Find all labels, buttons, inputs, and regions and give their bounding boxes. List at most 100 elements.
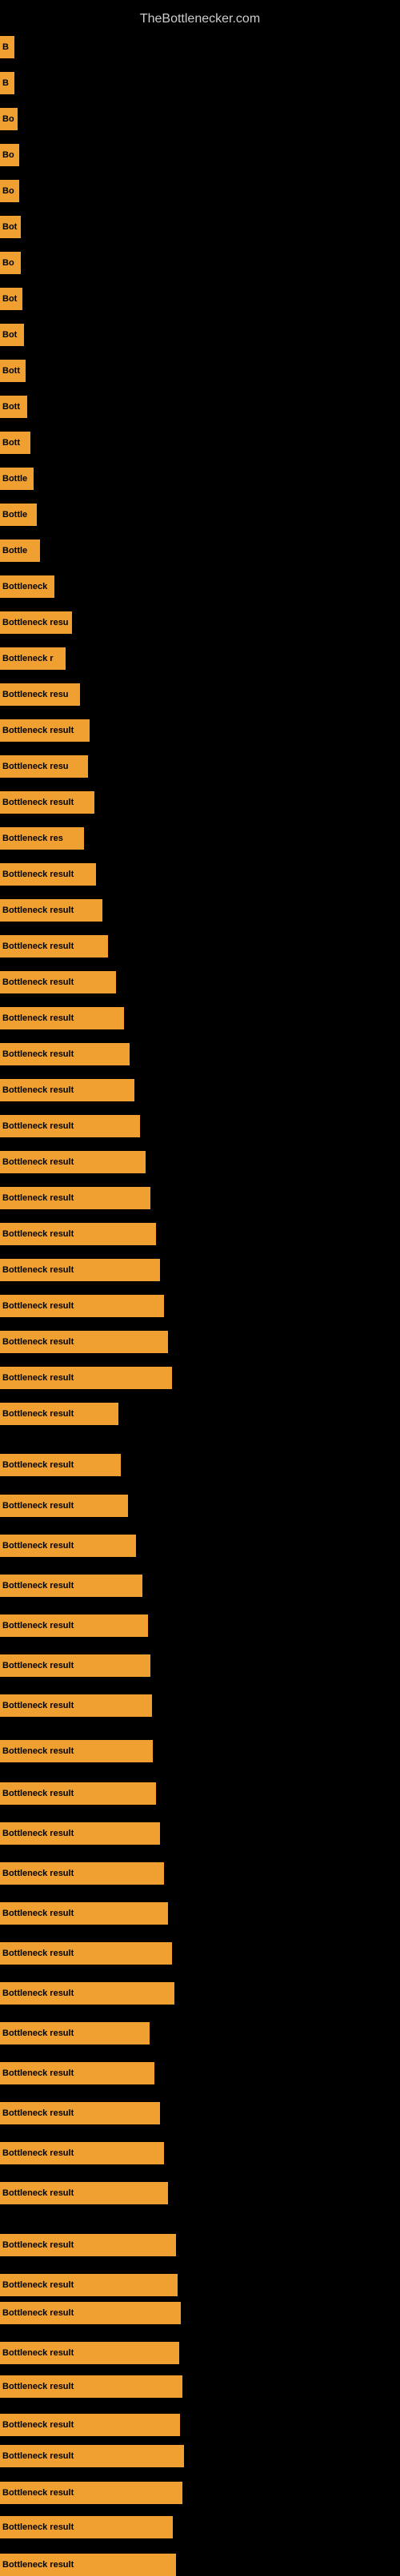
bar-57[interactable]: Bottleneck result bbox=[0, 2142, 164, 2164]
bar-item-39: Bottleneck result bbox=[0, 1403, 118, 1425]
bar-50[interactable]: Bottleneck result bbox=[0, 1862, 164, 1885]
bar-49[interactable]: Bottleneck result bbox=[0, 1822, 160, 1845]
bar-41[interactable]: Bottleneck result bbox=[0, 1495, 128, 1517]
bar-label-41: Bottleneck result bbox=[2, 1501, 74, 1511]
bar-19[interactable]: Bottleneck resu bbox=[0, 683, 80, 706]
bar-20[interactable]: Bottleneck result bbox=[0, 719, 90, 742]
bar-23[interactable]: Bottleneck res bbox=[0, 827, 84, 850]
bar-44[interactable]: Bottleneck result bbox=[0, 1614, 148, 1637]
bar-25[interactable]: Bottleneck result bbox=[0, 899, 102, 922]
bar-26[interactable]: Bottleneck result bbox=[0, 935, 108, 958]
bar-32[interactable]: Bottleneck result bbox=[0, 1151, 146, 1173]
bar-label-11: Bott bbox=[2, 402, 20, 412]
bar-21[interactable]: Bottleneck resu bbox=[0, 755, 88, 778]
bar-item-3: Bo bbox=[0, 108, 18, 130]
bar-item-40: Bottleneck result bbox=[0, 1454, 121, 1476]
bar-label-42: Bottleneck result bbox=[2, 1541, 74, 1551]
bar-label-5: Bo bbox=[2, 186, 14, 196]
bar-6[interactable]: Bot bbox=[0, 216, 21, 238]
bar-60[interactable]: Bottleneck result bbox=[0, 2274, 178, 2296]
bar-53[interactable]: Bottleneck result bbox=[0, 1982, 174, 2005]
bar-30[interactable]: Bottleneck result bbox=[0, 1079, 134, 1101]
bar-28[interactable]: Bottleneck result bbox=[0, 1007, 124, 1029]
bar-7[interactable]: Bo bbox=[0, 252, 21, 274]
bar-62[interactable]: Bottleneck result bbox=[0, 2342, 179, 2364]
bar-5[interactable]: Bo bbox=[0, 180, 19, 202]
bar-22[interactable]: Bottleneck result bbox=[0, 791, 94, 814]
bar-item-65: Bottleneck result bbox=[0, 2445, 184, 2467]
bar-24[interactable]: Bottleneck result bbox=[0, 863, 96, 886]
bar-label-25: Bottleneck result bbox=[2, 906, 74, 915]
bar-64[interactable]: Bottleneck result bbox=[0, 2414, 180, 2436]
bar-48[interactable]: Bottleneck result bbox=[0, 1782, 156, 1805]
bar-label-43: Bottleneck result bbox=[2, 1581, 74, 1591]
bar-item-52: Bottleneck result bbox=[0, 1942, 172, 1965]
bar-63[interactable]: Bottleneck result bbox=[0, 2375, 182, 2398]
bar-47[interactable]: Bottleneck result bbox=[0, 1740, 153, 1762]
bar-label-37: Bottleneck result bbox=[2, 1337, 74, 1347]
bar-item-41: Bottleneck result bbox=[0, 1495, 128, 1517]
bar-4[interactable]: Bo bbox=[0, 144, 19, 166]
bar-13[interactable]: Bottle bbox=[0, 468, 34, 490]
bar-59[interactable]: Bottleneck result bbox=[0, 2234, 176, 2256]
bar-33[interactable]: Bottleneck result bbox=[0, 1187, 150, 1209]
bar-label-6: Bot bbox=[2, 222, 17, 232]
bar-label-13: Bottle bbox=[2, 474, 27, 484]
bar-68[interactable]: Bottleneck result bbox=[0, 2554, 176, 2576]
bar-11[interactable]: Bott bbox=[0, 396, 27, 418]
bar-18[interactable]: Bottleneck r bbox=[0, 647, 66, 670]
bar-46[interactable]: Bottleneck result bbox=[0, 1694, 152, 1717]
bar-58[interactable]: Bottleneck result bbox=[0, 2182, 168, 2204]
bar-label-3: Bo bbox=[2, 114, 14, 124]
bar-37[interactable]: Bottleneck result bbox=[0, 1331, 168, 1353]
bar-61[interactable]: Bottleneck result bbox=[0, 2302, 181, 2324]
bar-42[interactable]: Bottleneck result bbox=[0, 1535, 136, 1557]
bar-45[interactable]: Bottleneck result bbox=[0, 1654, 150, 1677]
bar-9[interactable]: Bot bbox=[0, 324, 24, 346]
bar-item-21: Bottleneck resu bbox=[0, 755, 88, 778]
bar-38[interactable]: Bottleneck result bbox=[0, 1367, 172, 1389]
bar-39[interactable]: Bottleneck result bbox=[0, 1403, 118, 1425]
bar-16[interactable]: Bottleneck bbox=[0, 575, 54, 598]
bar-51[interactable]: Bottleneck result bbox=[0, 1902, 168, 1925]
bar-31[interactable]: Bottleneck result bbox=[0, 1115, 140, 1137]
bar-14[interactable]: Bottle bbox=[0, 504, 37, 526]
bar-item-63: Bottleneck result bbox=[0, 2375, 182, 2398]
bar-65[interactable]: Bottleneck result bbox=[0, 2445, 184, 2467]
bar-10[interactable]: Bott bbox=[0, 360, 26, 382]
bar-label-38: Bottleneck result bbox=[2, 1373, 74, 1383]
bar-label-32: Bottleneck result bbox=[2, 1157, 74, 1167]
bar-3[interactable]: Bo bbox=[0, 108, 18, 130]
bar-17[interactable]: Bottleneck resu bbox=[0, 611, 72, 634]
bar-label-17: Bottleneck resu bbox=[2, 618, 69, 627]
bar-29[interactable]: Bottleneck result bbox=[0, 1043, 130, 1065]
bar-2[interactable]: B bbox=[0, 72, 14, 94]
bar-12[interactable]: Bott bbox=[0, 432, 30, 454]
bar-67[interactable]: Bottleneck result bbox=[0, 2516, 173, 2538]
bar-52[interactable]: Bottleneck result bbox=[0, 1942, 172, 1965]
bar-55[interactable]: Bottleneck result bbox=[0, 2062, 154, 2084]
bar-label-2: B bbox=[2, 78, 9, 88]
bar-item-47: Bottleneck result bbox=[0, 1740, 153, 1762]
bar-label-48: Bottleneck result bbox=[2, 1789, 74, 1798]
bar-54[interactable]: Bottleneck result bbox=[0, 2022, 150, 2044]
bar-34[interactable]: Bottleneck result bbox=[0, 1223, 156, 1245]
bar-27[interactable]: Bottleneck result bbox=[0, 971, 116, 993]
bar-43[interactable]: Bottleneck result bbox=[0, 1575, 142, 1597]
bar-15[interactable]: Bottle bbox=[0, 539, 40, 562]
bar-label-9: Bot bbox=[2, 330, 17, 340]
bar-item-30: Bottleneck result bbox=[0, 1079, 134, 1101]
bar-item-55: Bottleneck result bbox=[0, 2062, 154, 2084]
bar-40[interactable]: Bottleneck result bbox=[0, 1454, 121, 1476]
bar-item-28: Bottleneck result bbox=[0, 1007, 124, 1029]
bar-35[interactable]: Bottleneck result bbox=[0, 1259, 160, 1281]
bar-56[interactable]: Bottleneck result bbox=[0, 2102, 160, 2124]
bar-label-1: B bbox=[2, 42, 9, 52]
bar-label-26: Bottleneck result bbox=[2, 942, 74, 951]
bar-66[interactable]: Bottleneck result bbox=[0, 2482, 182, 2504]
bar-8[interactable]: Bot bbox=[0, 288, 22, 310]
bar-36[interactable]: Bottleneck result bbox=[0, 1295, 164, 1317]
bar-item-34: Bottleneck result bbox=[0, 1223, 156, 1245]
bar-label-63: Bottleneck result bbox=[2, 2382, 74, 2391]
bar-1[interactable]: B bbox=[0, 36, 14, 58]
